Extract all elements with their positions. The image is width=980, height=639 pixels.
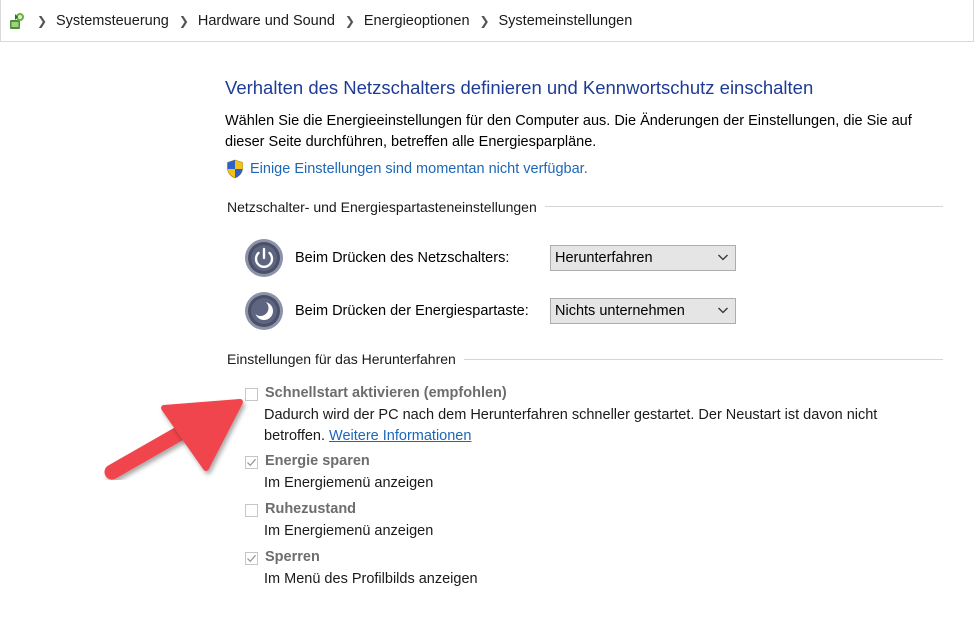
power-button-icon bbox=[245, 239, 283, 277]
more-info-link[interactable]: Weitere Informationen bbox=[329, 428, 471, 444]
page-description: Wählen Sie die Energieeinstellungen für … bbox=[225, 113, 912, 150]
hibernate-option: Ruhezustand Im Energiemenü anzeigen bbox=[245, 501, 645, 542]
power-button-action-value: Herunterfahren bbox=[555, 250, 653, 266]
control-panel-icon[interactable] bbox=[7, 11, 27, 31]
sleep-button-icon bbox=[245, 292, 283, 330]
power-button-action-select[interactable]: Herunterfahren bbox=[550, 245, 736, 271]
unavailable-settings-notice[interactable]: Einige Einstellungen sind momentan nicht… bbox=[226, 159, 588, 179]
power-button-label: Beim Drücken des Netzschalters: bbox=[295, 250, 510, 266]
sleep-button-action-select[interactable]: Nichts unternehmen bbox=[550, 298, 736, 324]
fast-startup-description: Dadurch wird der PC nach dem Herunterfah… bbox=[264, 405, 914, 447]
breadcrumb-systemeinstellungen[interactable]: Systemeinstellungen bbox=[499, 13, 633, 29]
power-button-setting: Beim Drücken des Netzschalters: Herunter… bbox=[244, 238, 744, 278]
checkmark-icon bbox=[247, 554, 256, 563]
chevron-down-icon bbox=[718, 307, 728, 314]
sleep-option: Energie sparen Im Energiemenü anzeigen bbox=[245, 453, 645, 494]
unavailable-settings-link[interactable]: Einige Einstellungen sind momentan nicht… bbox=[250, 161, 588, 177]
page-title: Verhalten des Netzschalters definieren u… bbox=[225, 77, 814, 98]
chevron-right-icon: ❯ bbox=[344, 13, 355, 28]
power-section-title: Netzschalter- und Energiespartasteneinst… bbox=[227, 199, 545, 215]
lock-checkbox[interactable] bbox=[245, 552, 258, 565]
sleep-button-action-value: Nichts unternehmen bbox=[555, 303, 685, 319]
breadcrumb: ❯ Systemsteuerung ❯ Hardware und Sound ❯… bbox=[0, 0, 974, 42]
breadcrumb-hardware-und-sound[interactable]: Hardware und Sound bbox=[198, 13, 335, 29]
uac-shield-icon bbox=[227, 159, 243, 179]
shutdown-section-title: Einstellungen für das Herunterfahren bbox=[227, 351, 464, 367]
hibernate-title: Ruhezustand bbox=[265, 501, 357, 517]
lock-option: Sperren Im Menü des Profilbilds anzeigen bbox=[245, 549, 645, 590]
chevron-right-icon: ❯ bbox=[479, 13, 490, 28]
sleep-title: Energie sparen bbox=[265, 453, 370, 469]
annotation-arrow-icon bbox=[104, 399, 243, 480]
lock-description: Im Menü des Profilbilds anzeigen bbox=[264, 571, 478, 587]
fast-startup-option: Schnellstart aktivieren (empfohlen) Dadu… bbox=[245, 385, 925, 447]
sleep-button-label: Beim Drücken der Energiespartaste: bbox=[295, 303, 529, 319]
hibernate-checkbox[interactable] bbox=[245, 504, 258, 517]
breadcrumb-energieoptionen[interactable]: Energieoptionen bbox=[364, 13, 470, 29]
chevron-right-icon: ❯ bbox=[178, 13, 189, 28]
sleep-description: Im Energiemenü anzeigen bbox=[264, 475, 434, 491]
lock-title: Sperren bbox=[265, 549, 320, 565]
chevron-down-icon bbox=[718, 254, 728, 261]
sleep-button-setting: Beim Drücken der Energiespartaste: Nicht… bbox=[244, 291, 744, 331]
chevron-right-icon: ❯ bbox=[36, 13, 48, 28]
hibernate-description: Im Energiemenü anzeigen bbox=[264, 523, 434, 539]
fast-startup-title: Schnellstart aktivieren (empfohlen) bbox=[265, 385, 507, 401]
breadcrumb-systemsteuerung[interactable]: Systemsteuerung bbox=[56, 13, 169, 29]
